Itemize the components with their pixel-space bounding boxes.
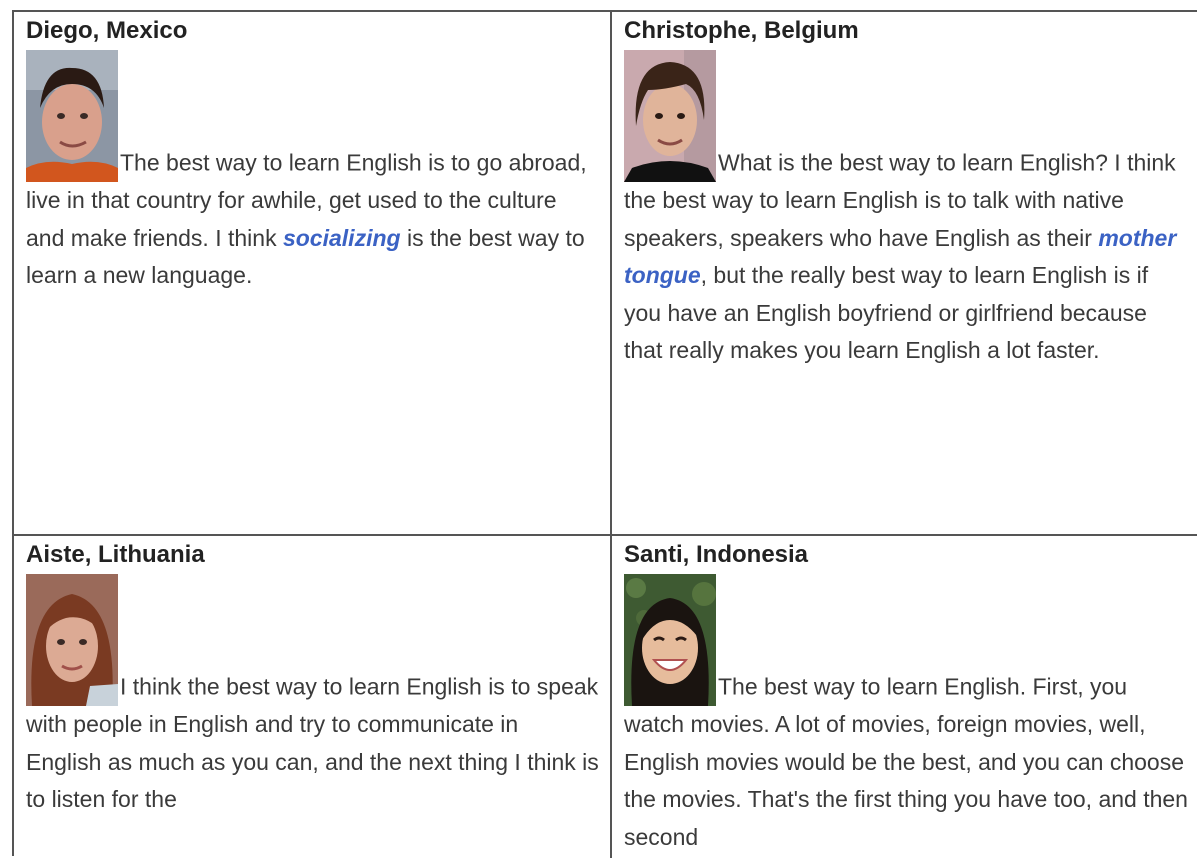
photo-christophe xyxy=(624,50,716,182)
profile-cell-aiste: Aiste, Lithuania I think the best way to… xyxy=(14,536,612,858)
profile-name: Christophe, Belgium xyxy=(624,17,859,44)
profile-name: Diego, Mexico xyxy=(26,17,188,44)
profile-cell-diego: Diego, Mexico The best way to learn Engl… xyxy=(14,12,612,536)
photo-aiste xyxy=(26,574,118,706)
profiles-table: Diego, Mexico The best way to learn Engl… xyxy=(12,10,1197,858)
profile-quote: The best way to learn English is to go a… xyxy=(26,50,600,295)
profile-cell-santi: Santi, Indonesia The best way to learn E… xyxy=(612,536,1197,858)
profile-quote: What is the best way to learn English? I… xyxy=(624,50,1189,370)
photo-santi xyxy=(624,574,716,706)
profile-quote: The best way to learn English. First, yo… xyxy=(624,574,1189,856)
keyword-link-socializing[interactable]: socializing xyxy=(283,225,401,251)
photo-diego xyxy=(26,50,118,182)
profile-name: Aiste, Lithuania xyxy=(26,541,205,568)
profile-quote: I think the best way to learn English is… xyxy=(26,574,600,819)
profile-name: Santi, Indonesia xyxy=(624,541,809,568)
quote-text-after: , but the really best way to learn Engli… xyxy=(624,262,1149,363)
profile-cell-christophe: Christophe, Belgium What is the best way… xyxy=(612,12,1197,536)
